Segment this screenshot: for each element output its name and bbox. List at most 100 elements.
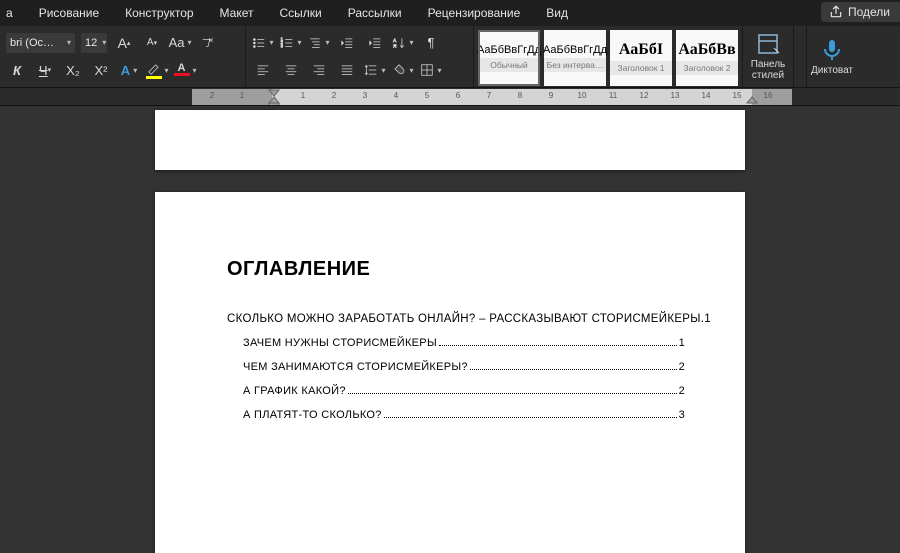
toc-entry-page: 2 (679, 361, 685, 373)
subscript-button[interactable]: X₂ (62, 59, 84, 81)
toc-entry-level1[interactable]: Сколько можно заработать онлайн? – расск… (227, 313, 685, 325)
change-case-button[interactable]: Aa (169, 32, 191, 54)
styles-pane-button[interactable]: Панель стилей (743, 26, 793, 87)
indent-icon (368, 36, 382, 50)
tab-bar: а Рисование Конструктор Макет Ссылки Рас… (0, 0, 900, 26)
style-preview: АаБбВвГгДд (477, 44, 541, 56)
align-justify-button[interactable] (336, 59, 358, 81)
numbering-button[interactable]: 123 (280, 32, 302, 54)
ruler-number: 16 (764, 91, 773, 100)
toc-entry-level2[interactable]: А график какой? 2 (227, 385, 685, 397)
change-case-icon: Aa (169, 35, 185, 50)
highlight-button[interactable] (146, 59, 168, 81)
align-right-icon (312, 63, 326, 77)
styles-pane-label: Панель стилей (747, 59, 789, 81)
horizontal-ruler[interactable]: 2 1 1 2 3 4 5 6 7 8 9 10 11 12 13 14 15 … (192, 89, 792, 105)
ruler-number: 2 (332, 91, 336, 100)
style-normal[interactable]: АаБбВвГгДд Обычный (478, 30, 540, 86)
toc-entry-level2[interactable]: Чем занимаются сторисмейкеры? 2 (227, 361, 685, 373)
ruler-number: 12 (640, 91, 649, 100)
toc-entry-level2[interactable]: Зачем нужны сторисмейкеры 1 (227, 337, 685, 349)
style-label: Заголовок 1 (610, 61, 672, 75)
style-label: Заголовок 2 (676, 61, 738, 75)
ribbon: bri (Ос… 12 A▴ A▾ Aa К Ч▾ X₂ X² A (0, 26, 900, 88)
ruler-number: 5 (425, 91, 429, 100)
ruler-number: 2 (210, 91, 214, 100)
outdent-button[interactable] (336, 32, 358, 54)
font-effects-button[interactable]: A (118, 59, 140, 81)
right-indent-marker[interactable] (746, 96, 758, 105)
style-label: Обычный (478, 58, 540, 72)
outdent-icon (340, 36, 354, 50)
document-page[interactable]: ОГЛАВЛЕНИЕ Сколько можно заработать онла… (155, 192, 745, 553)
microphone-icon (820, 38, 844, 62)
line-spacing-icon (364, 63, 378, 77)
align-left-icon (256, 63, 270, 77)
style-no-spacing[interactable]: АаБбВвГгДд Без интерва… (544, 30, 606, 86)
tab-layout[interactable]: Макет (214, 2, 260, 24)
tab-partial[interactable]: а (0, 2, 19, 24)
font-size-selector[interactable]: 12 (81, 33, 107, 53)
italic-icon: К (13, 63, 21, 78)
hanging-indent-marker[interactable] (268, 96, 280, 105)
clear-formatting-button[interactable] (197, 32, 219, 54)
ruler-number: 11 (609, 91, 617, 100)
ruler-number: 10 (578, 91, 587, 100)
dictate-button[interactable]: Диктоват (807, 26, 857, 87)
svg-text:A: A (394, 38, 398, 43)
toc-entry-text: А платят-то сколько? (243, 409, 382, 421)
font-color-button[interactable]: A (174, 59, 196, 81)
tab-mailings[interactable]: Рассылки (342, 2, 408, 24)
document-canvas[interactable]: ОГЛАВЛЕНИЕ Сколько можно заработать онла… (0, 106, 900, 553)
dictate-label: Диктоват (811, 65, 853, 76)
ribbon-styles-group: АаБбВвГгДд Обычный АаБбВвГгДд Без интерв… (474, 26, 743, 87)
toc-entry-page: 3 (679, 409, 685, 421)
ruler-number: 9 (549, 91, 553, 100)
tab-review[interactable]: Рецензирование (422, 2, 527, 24)
pages-container: ОГЛАВЛЕНИЕ Сколько можно заработать онла… (155, 106, 745, 553)
align-center-button[interactable] (280, 59, 302, 81)
font-color-icon: A (174, 64, 190, 76)
grow-font-button[interactable]: A▴ (113, 32, 135, 54)
tab-design[interactable]: Конструктор (119, 2, 199, 24)
borders-icon (420, 63, 434, 77)
align-right-button[interactable] (308, 59, 330, 81)
toc-entry-text: Зачем нужны сторисмейкеры (243, 337, 437, 349)
align-center-icon (284, 63, 298, 77)
tab-references[interactable]: Ссылки (274, 2, 328, 24)
style-heading2[interactable]: АаБбВв Заголовок 2 (676, 30, 738, 86)
toc-entry-text: А график какой? (243, 385, 346, 397)
show-marks-button[interactable]: ¶ (420, 32, 442, 54)
style-preview: АаБбВвГгДд (543, 44, 607, 56)
bullets-icon (252, 36, 266, 50)
shading-button[interactable] (392, 59, 414, 81)
superscript-button[interactable]: X² (90, 59, 112, 81)
align-left-button[interactable] (252, 59, 274, 81)
strikethrough-button[interactable]: Ч▾ (34, 59, 56, 81)
font-family-selector[interactable]: bri (Ос… (6, 33, 75, 53)
bullets-button[interactable] (252, 32, 274, 54)
ruler-number: 7 (487, 91, 491, 100)
line-spacing-button[interactable] (364, 59, 386, 81)
grow-font-icon: A (118, 35, 127, 51)
share-button[interactable]: Подели (821, 2, 900, 22)
indent-button[interactable] (364, 32, 386, 54)
font-effects-icon: A (121, 63, 130, 78)
tab-view[interactable]: Вид (540, 2, 574, 24)
toc-entry-level2[interactable]: А платят-то сколько? 3 (227, 409, 685, 421)
italic-button[interactable]: К (6, 59, 28, 81)
style-preview: АаБбВв (678, 41, 735, 59)
align-justify-icon (340, 63, 354, 77)
tab-drawing[interactable]: Рисование (33, 2, 105, 24)
multilevel-list-button[interactable] (308, 32, 330, 54)
share-label: Подели (848, 5, 890, 19)
borders-button[interactable] (420, 59, 442, 81)
toc-leader-dots (384, 409, 677, 418)
ruler-number: 6 (456, 91, 460, 100)
ruler-number: 13 (671, 91, 680, 100)
sort-button[interactable]: AЯ (392, 32, 414, 54)
style-heading1[interactable]: АаБбІ Заголовок 1 (610, 30, 672, 86)
previous-page-bottom[interactable] (155, 110, 745, 170)
style-preview: АаБбІ (619, 41, 663, 59)
shrink-font-button[interactable]: A▾ (141, 32, 163, 54)
